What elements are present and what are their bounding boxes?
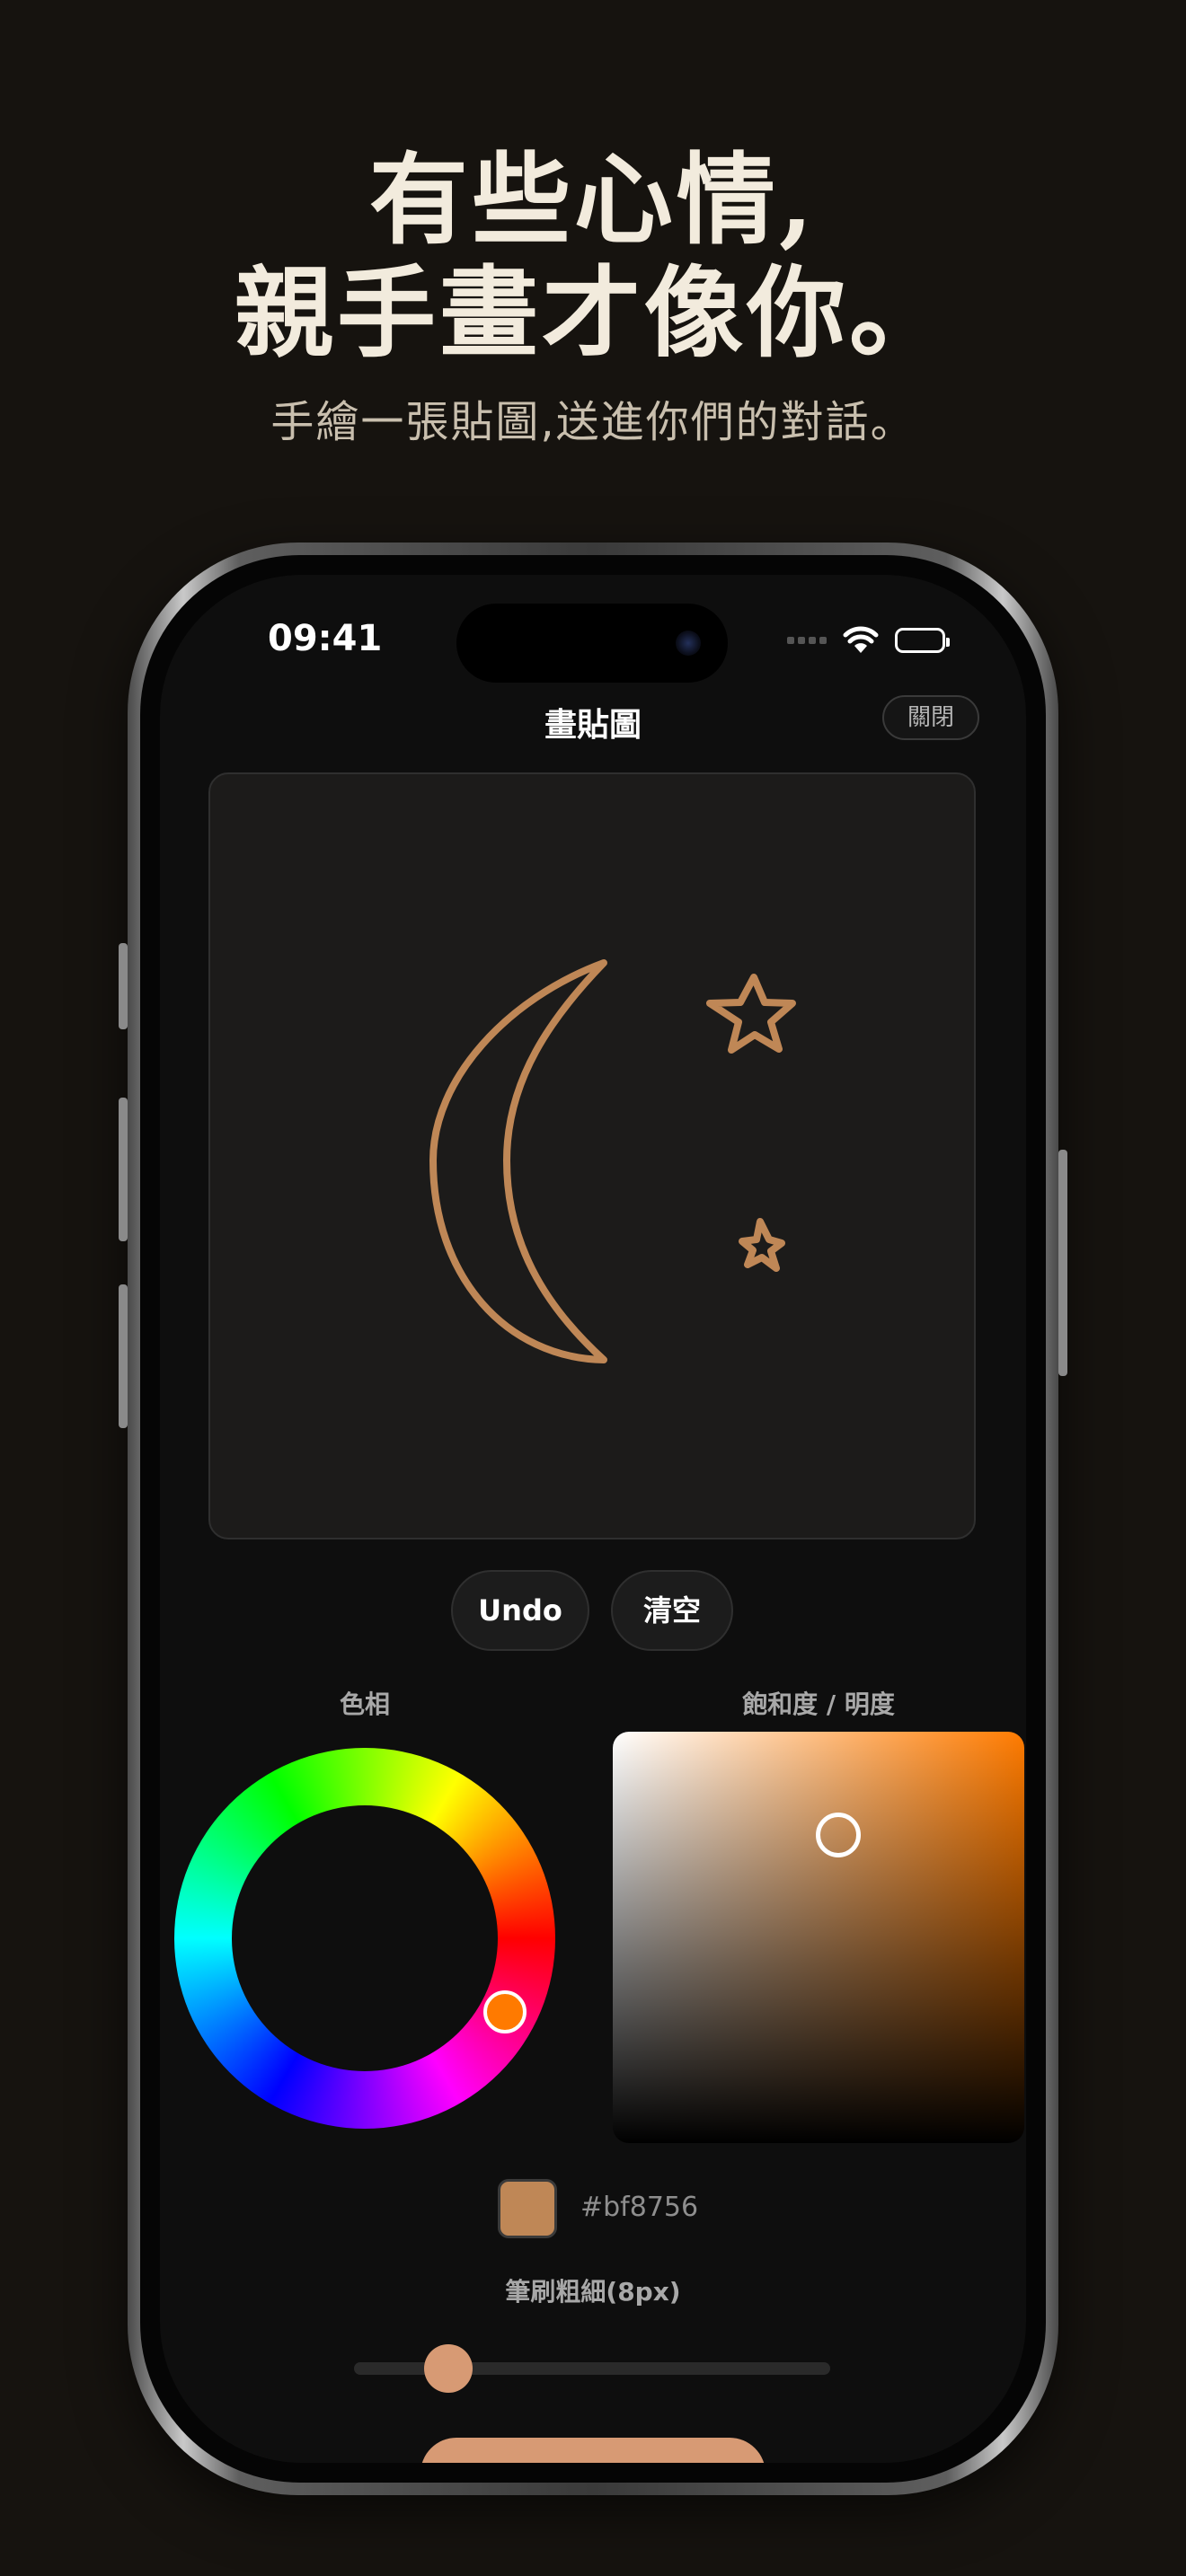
volume-down-button	[119, 1284, 128, 1428]
saturation-brightness-label: 飽和度 / 明度	[742, 1689, 895, 1719]
wifi-icon	[843, 626, 879, 653]
undo-button[interactable]: Undo	[451, 1570, 589, 1651]
current-color-swatch	[498, 2179, 557, 2238]
side-button	[1058, 1150, 1067, 1376]
status-icons	[787, 625, 950, 656]
dynamic-island	[456, 604, 728, 683]
action-button	[119, 943, 128, 1029]
hue-label: 色相	[339, 1689, 390, 1719]
marketing-subheadline: 手繪一張貼圖,送進你們的對話。	[270, 397, 916, 447]
status-time: 09:41	[268, 618, 383, 659]
drawing-strokes	[429, 959, 796, 1363]
volume-up-button	[119, 1098, 128, 1241]
brush-size-slider-knob[interactable]	[424, 2344, 473, 2393]
camera-icon	[676, 631, 701, 656]
current-color-hex: #bf8756	[580, 2192, 699, 2223]
close-button[interactable]: 關閉	[882, 695, 979, 740]
marketing-headline: 有些心情, 親手畫才像你。	[0, 144, 1186, 370]
saturation-brightness-picker[interactable]	[613, 1732, 1024, 2143]
crescent-moon-stroke	[429, 959, 607, 1363]
star-stroke	[706, 974, 796, 1054]
headline-line-1: 有些心情,	[368, 142, 818, 258]
hue-wheel-knob[interactable]	[483, 1990, 527, 2033]
send-sticker-button[interactable]	[420, 2438, 766, 2463]
signal-icon	[787, 637, 827, 644]
brush-size-label: 筆刷粗細(8px)	[505, 2277, 681, 2307]
small-star-stroke	[739, 1218, 785, 1272]
headline-line-2: 親手畫才像你。	[235, 255, 951, 371]
hue-wheel[interactable]	[174, 1748, 555, 2129]
battery-icon	[895, 628, 950, 653]
saturation-brightness-knob[interactable]	[816, 1813, 861, 1857]
phone-screen: 09:41 畫貼圖 關閉 Undo 清空 色相 飽和度 / 明度 #bf8756…	[160, 575, 1026, 2463]
drawing-canvas[interactable]	[208, 772, 976, 1539]
clear-button[interactable]: 清空	[611, 1570, 733, 1651]
